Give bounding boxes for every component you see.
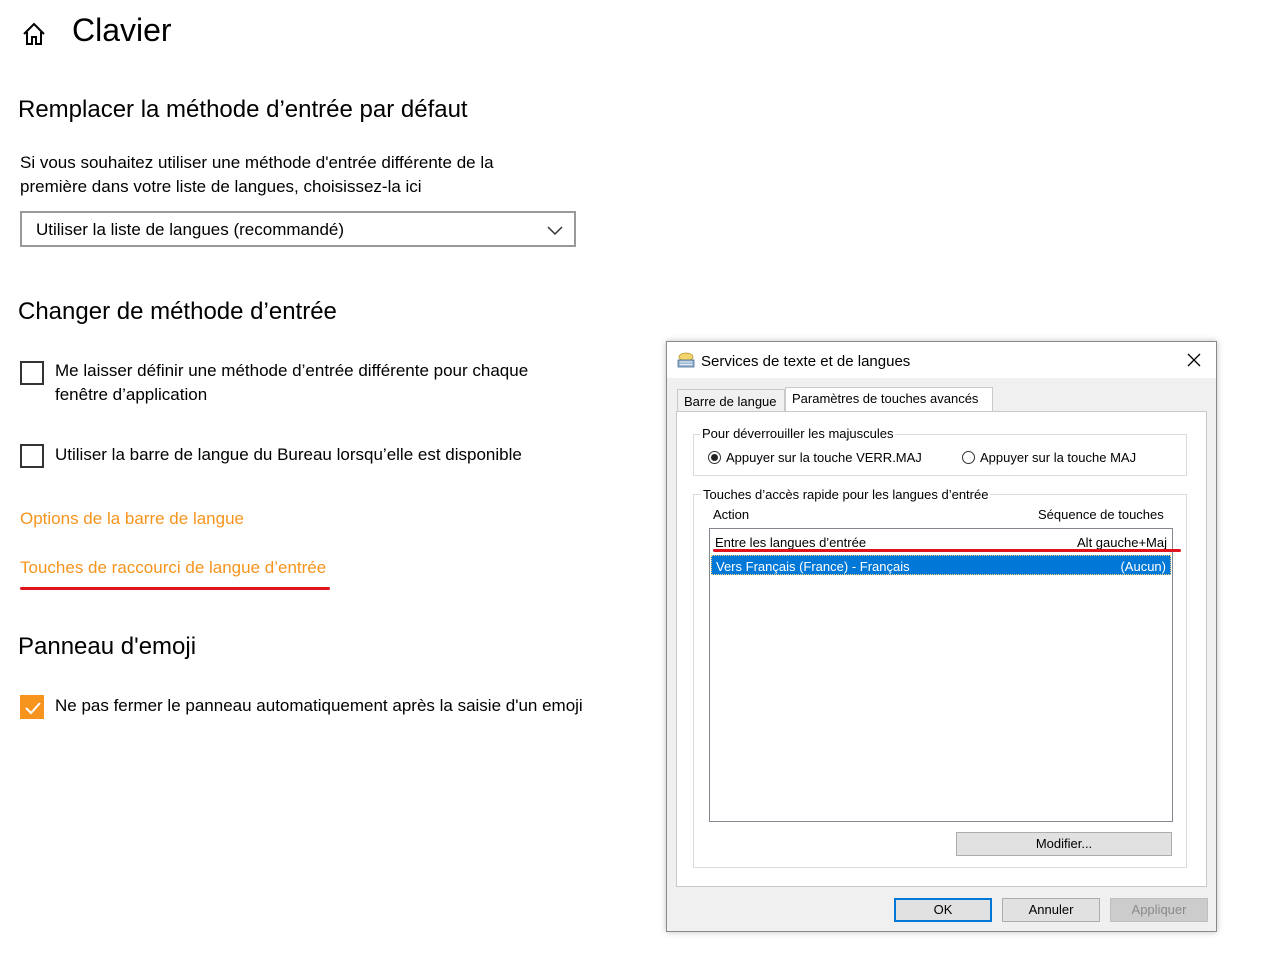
text-services-dialog: Services de texte et de langues Barre de… xyxy=(666,341,1217,932)
close-icon[interactable] xyxy=(1185,351,1203,369)
radio-capslock[interactable] xyxy=(708,451,721,464)
default-input-description-line1: Si vous souhaitez utiliser une méthode d… xyxy=(20,153,494,172)
dialog-title: Services de texte et de langues xyxy=(701,353,911,370)
input-method-combobox[interactable]: Utiliser la liste de langues (recommandé… xyxy=(20,211,576,247)
list-item-action: Vers Français (France) - Français xyxy=(716,559,910,574)
ok-button[interactable]: OK xyxy=(894,898,992,922)
chevron-down-icon xyxy=(547,226,563,236)
caps-group-caption: Pour déverrouiller les majuscules xyxy=(700,426,896,441)
language-bar-options-link[interactable]: Options de la barre de langue xyxy=(20,509,244,529)
radio-shift[interactable] xyxy=(962,451,975,464)
tab-advanced-key-settings[interactable]: Paramètres de touches avancés xyxy=(785,387,993,411)
keyboard-icon xyxy=(677,352,695,368)
radio-shift-label: Appuyer sur la touche MAJ xyxy=(980,450,1137,465)
emoji-keep-open-label: Ne pas fermer le panneau automatiquement… xyxy=(55,696,583,715)
per-app-checkbox[interactable] xyxy=(20,361,44,385)
hotkeys-group-caption: Touches d’accès rapide pour les langues … xyxy=(701,487,991,502)
list-item-sequence: Alt gauche+Maj xyxy=(1077,535,1167,550)
page-title: Clavier xyxy=(72,12,172,48)
section-title-switching: Changer de méthode d’entrée xyxy=(18,298,337,325)
section-title-default-input: Remplacer la méthode d’entrée par défaut xyxy=(18,96,468,123)
desktop-bar-checkbox[interactable] xyxy=(20,444,44,468)
list-item[interactable]: Vers Français (France) - Français (Aucun… xyxy=(711,555,1171,575)
list-item-sequence: (Aucun) xyxy=(1120,559,1166,574)
radio-capslock-label: Appuyer sur la touche VERR.MAJ xyxy=(726,450,922,465)
column-header-sequence: Séquence de touches xyxy=(1038,507,1164,522)
annotation-underline-row xyxy=(713,549,1181,552)
annotation-underline-link xyxy=(20,587,330,590)
modify-button[interactable]: Modifier... xyxy=(956,832,1172,856)
checkmark-icon xyxy=(25,702,41,715)
hotkeys-listbox[interactable]: Entre les langues d’entrée Alt gauche+Ma… xyxy=(709,528,1173,822)
home-icon[interactable] xyxy=(20,20,48,48)
default-input-description-line2: première dans votre liste de langues, ch… xyxy=(20,177,422,196)
section-title-emoji: Panneau d'emoji xyxy=(18,633,197,660)
combobox-value: Utiliser la liste de langues (recommandé… xyxy=(36,220,345,239)
cancel-button[interactable]: Annuler xyxy=(1002,898,1100,922)
desktop-bar-label: Utiliser la barre de langue du Bureau lo… xyxy=(55,445,522,464)
tab-language-bar[interactable]: Barre de langue xyxy=(677,389,785,411)
column-header-action: Action xyxy=(713,507,750,522)
emoji-keep-open-checkbox[interactable] xyxy=(20,695,44,719)
input-hotkeys-link[interactable]: Touches de raccourci de langue d’entrée xyxy=(20,558,326,578)
apply-button[interactable]: Appliquer xyxy=(1110,898,1208,922)
per-app-label-line1: Me laisser définir une méthode d’entrée … xyxy=(55,361,529,380)
per-app-label-line2: fenêtre d’application xyxy=(55,385,208,404)
list-item-action: Entre les langues d’entrée xyxy=(715,535,867,550)
